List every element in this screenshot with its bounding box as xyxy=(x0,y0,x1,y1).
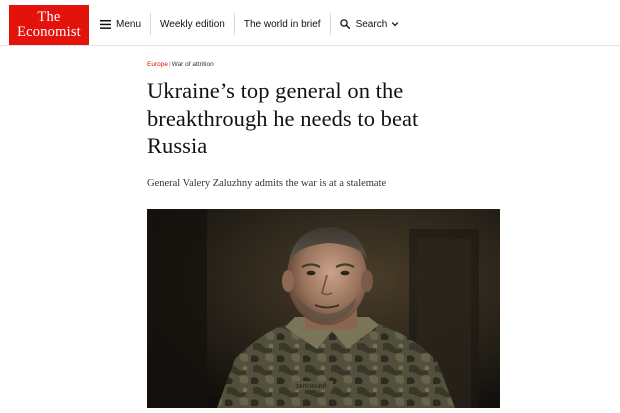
menu-label: Menu xyxy=(116,18,142,30)
search-label: Search xyxy=(355,18,388,30)
section-link[interactable]: Europe xyxy=(147,61,168,68)
weekly-edition-label: Weekly edition xyxy=(160,18,225,30)
headline-line-1: Ukraine’s top general on the xyxy=(147,78,404,103)
article-kicker: Europe|War of attrition xyxy=(147,60,507,70)
primary-nav: Menu Weekly edition The world in brief S… xyxy=(90,13,408,35)
site-header: The Economist Menu Weekly edition The wo… xyxy=(0,0,620,46)
economist-logo[interactable]: The Economist xyxy=(9,5,89,45)
chevron-down-icon xyxy=(391,20,399,28)
search-button[interactable]: Search xyxy=(329,13,409,35)
kicker-separator: | xyxy=(168,61,171,68)
uniform-name-tape: ЗАЛУЖНИЙ xyxy=(295,382,326,390)
article-rubric: War of attrition xyxy=(171,61,214,68)
hero-photo: ЗАЛУЖНИЙ xyxy=(147,209,500,408)
article-subheadline: General Valery Zaluzhny admits the war i… xyxy=(147,177,387,189)
menu-button[interactable]: Menu xyxy=(90,13,150,35)
logo-line-2: Economist xyxy=(17,24,81,40)
hamburger-icon xyxy=(100,19,111,30)
headline-line-2: breakthrough he needs to beat xyxy=(147,105,419,131)
headline-line-3: Russia xyxy=(147,133,208,158)
logo-line-1: The xyxy=(37,9,61,25)
general-portrait-image: ЗАЛУЖНИЙ xyxy=(147,209,500,408)
article-headline: Ukraine’s top general on the breakthroug… xyxy=(147,77,507,160)
article-header: Europe|War of attrition Ukraine’s top ge… xyxy=(147,60,507,191)
search-icon xyxy=(340,19,351,30)
weekly-edition-link[interactable]: Weekly edition xyxy=(150,13,234,35)
world-in-brief-link[interactable]: The world in brief xyxy=(233,13,330,35)
world-in-brief-label: The world in brief xyxy=(243,18,321,30)
